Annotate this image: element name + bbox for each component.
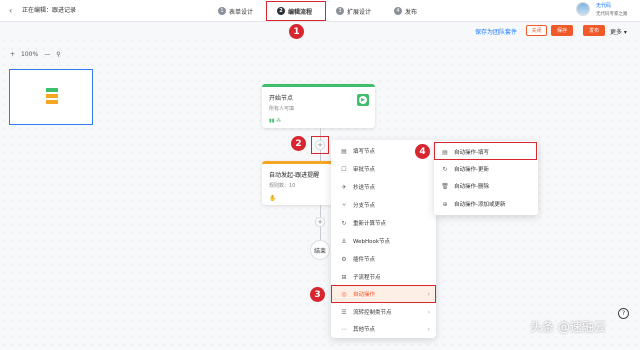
submenu-item-auto-delete[interactable]: 🗑 自动操作-删除: [434, 177, 538, 195]
zoom-out-button[interactable]: —: [44, 51, 50, 58]
annotation-box-edit-flow: [266, 1, 326, 21]
cc-icon: ✈: [341, 183, 347, 191]
zoom-in-button[interactable]: +: [10, 51, 15, 58]
menu-item-webhook-node[interactable]: ⚓ WebHook节点: [331, 233, 436, 249]
connector-line: [320, 205, 321, 217]
recalc-icon: ↻: [341, 219, 347, 227]
back-arrow-icon[interactable]: ‹: [9, 7, 12, 15]
annotation-box-add-node: [311, 136, 329, 154]
minimap-auto-node: [46, 94, 58, 98]
annotation-box-auto-fill: [434, 142, 537, 160]
start-node[interactable]: 开始节点 所有人可填 ▮▮ ⁂ ▶: [262, 84, 375, 128]
minimap-start-node: [46, 88, 58, 92]
help-icon[interactable]: ?: [618, 308, 629, 319]
node-type-menu: ▤ 填写节点 ☐ 审批节点 ✈ 抄送节点 ⑂ 分支节点 ↻ 重新计算节点 ⚓ WebHook…: [331, 140, 436, 338]
fit-view-icon[interactable]: ⚲: [56, 51, 60, 58]
annotation-badge-1: 1: [289, 24, 304, 39]
menu-item-subflow-node[interactable]: ⊞ 子流程节点: [331, 269, 436, 285]
save-as-team-suite-link[interactable]: 保存为团队套件: [475, 27, 517, 36]
minimap-auto-node-2: [46, 100, 58, 104]
hand-icon: ✋: [269, 195, 277, 202]
connector-line: [320, 227, 321, 240]
minimap[interactable]: [9, 69, 93, 125]
close-button[interactable]: 关闭: [526, 25, 547, 36]
form-icon: ▤: [341, 147, 347, 155]
menu-item-branch-node[interactable]: ⑂ 分支节点: [331, 197, 436, 213]
user-name: 无代码: [596, 3, 612, 9]
end-node: 结束: [310, 240, 330, 260]
branch-icon: ⑂: [342, 201, 346, 209]
editing-title: 正在编辑：跟进记录: [22, 7, 77, 14]
webhook-icon: ⚓: [341, 237, 347, 245]
chevron-right-icon: ›: [427, 325, 430, 333]
annotation-box-auto-operation: [331, 285, 436, 303]
zoom-level: 100%: [21, 50, 39, 58]
plugin-icon: ⚙: [341, 255, 347, 263]
zoom-controls: + 100% — ⚲: [10, 47, 61, 61]
annotation-badge-4: 4: [415, 144, 430, 159]
add-node-button-2[interactable]: +: [315, 217, 325, 227]
more-menu[interactable]: 更多 ▾: [610, 27, 627, 36]
submenu-item-auto-update[interactable]: ↻ 自动操作-更新: [434, 160, 538, 178]
avatar[interactable]: [576, 2, 590, 16]
update-icon: ↻: [442, 165, 448, 173]
step-form-design[interactable]: 1 表单设计: [218, 5, 253, 17]
step-extend-design[interactable]: 3 扩展设计: [336, 5, 371, 17]
approval-icon: ☐: [341, 165, 347, 173]
user-title: 无代码专家之路: [596, 12, 628, 17]
annotation-badge-2: 2: [291, 136, 306, 151]
step-publish[interactable]: 4 发布: [394, 5, 417, 17]
add-or-update-icon: ⊕: [442, 200, 448, 208]
chevron-right-icon: ›: [427, 308, 430, 316]
save-button[interactable]: 保存: [551, 25, 573, 36]
play-icon[interactable]: ▶: [357, 94, 369, 106]
watermark: 头条 @速融云: [530, 320, 606, 334]
menu-item-approval-node[interactable]: ☐ 审批节点: [331, 161, 436, 177]
publish-button[interactable]: 发布: [583, 25, 605, 36]
delete-icon: 🗑: [441, 182, 449, 190]
menu-item-flow-control[interactable]: ☰ 流转控制类节点 ›: [331, 304, 436, 320]
start-node-stats-icon: ▮▮ ⁂: [269, 118, 282, 124]
subflow-icon: ⊞: [341, 273, 347, 281]
menu-item-cc-node[interactable]: ✈ 抄送节点: [331, 179, 436, 195]
menu-item-recalc-node[interactable]: ↻ 重新计算节点: [331, 215, 436, 231]
submenu-item-auto-add-or-update[interactable]: ⊕ 自动操作-添加或更新: [434, 195, 538, 213]
menu-item-other-node[interactable]: ⋯ 其他节点 ›: [331, 321, 436, 337]
flow-control-icon: ☰: [341, 308, 347, 316]
annotation-badge-3: 3: [310, 287, 325, 302]
other-icon: ⋯: [341, 325, 347, 333]
menu-item-plugin-node[interactable]: ⚙ 插件节点: [331, 251, 436, 267]
